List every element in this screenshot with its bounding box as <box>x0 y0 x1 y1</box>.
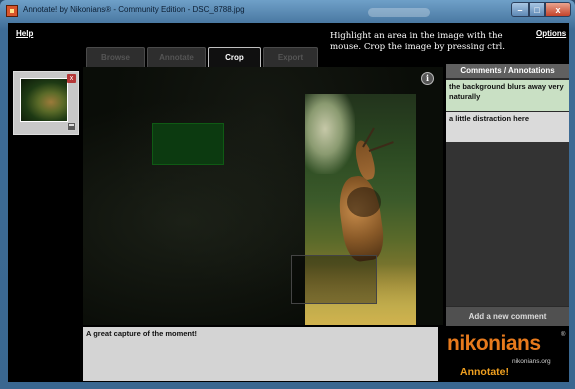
antler-right <box>368 141 394 152</box>
annotation-marker[interactable] <box>347 187 381 217</box>
app-icon <box>6 5 18 17</box>
maximize-button[interactable]: □ <box>529 2 545 17</box>
help-menu[interactable]: Help <box>16 29 33 38</box>
add-comment-button[interactable]: Add a new comment <box>446 307 569 326</box>
caption-field[interactable]: A great capture of the moment! <box>83 327 438 381</box>
instruction-text: Highlight an area in the image with the … <box>330 31 506 52</box>
comment-item[interactable]: the background blurs away very naturally <box>446 80 569 111</box>
title-glow <box>368 8 430 17</box>
tab-export[interactable]: Export <box>263 47 318 67</box>
comments-panel: Comments / Annotations the background bl… <box>446 64 569 326</box>
logo-tagline: Annotate! <box>460 366 509 378</box>
image-viewer[interactable]: i <box>83 67 443 325</box>
annotation-area[interactable] <box>152 123 224 165</box>
image-thumbnail[interactable] <box>20 78 68 122</box>
thumbnail-panel: x <box>13 71 79 135</box>
disk-icon[interactable] <box>67 122 76 131</box>
options-menu[interactable]: Options <box>536 29 566 38</box>
window-controls: – □ x <box>511 2 571 17</box>
tab-browse[interactable]: Browse <box>86 47 145 67</box>
close-button[interactable]: x <box>545 2 571 17</box>
logo-registered: ® <box>561 332 566 338</box>
annotation-selection[interactable] <box>291 255 377 304</box>
logo-wordmark: nikonians <box>447 332 541 355</box>
tab-crop[interactable]: Crop <box>208 47 261 67</box>
logo-domain: nikonians.org <box>512 358 551 365</box>
close-icon[interactable]: x <box>67 74 76 83</box>
antler-left <box>362 127 375 148</box>
window-title: Annotate! by Nikonians® - Community Edit… <box>23 5 245 14</box>
comments-list-empty <box>446 142 569 306</box>
nikonians-logo: nikonians ® nikonians.org Annotate! <box>443 329 569 381</box>
minimize-button[interactable]: – <box>511 2 529 17</box>
app-window: Annotate! by Nikonians® - Community Edit… <box>0 0 575 389</box>
title-bar[interactable]: Annotate! by Nikonians® - Community Edit… <box>0 0 575 22</box>
tab-annotate[interactable]: Annotate <box>147 47 206 67</box>
comment-item[interactable]: a little distraction here <box>446 112 569 142</box>
app-client-area: Help Options Highlight an area in the im… <box>8 23 569 382</box>
comments-header: Comments / Annotations <box>446 64 569 78</box>
info-icon[interactable]: i <box>421 72 434 85</box>
